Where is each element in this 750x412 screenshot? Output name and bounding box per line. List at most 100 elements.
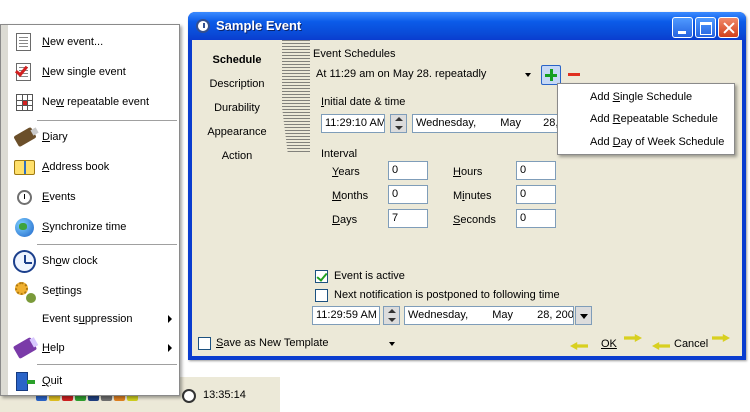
minimize-button[interactable] [672,17,693,38]
initial-month: May [500,117,522,129]
add-schedule-popup-menu: Add Single Schedule Add Repeatable Sched… [557,83,735,155]
event-active-checkbox[interactable] [315,270,328,283]
clock-icon[interactable] [196,19,210,33]
tab-durability[interactable]: Durability [192,102,282,114]
template-name-select[interactable]: New Template [259,337,329,349]
submenu-arrow-icon [168,344,172,352]
menu-separator [37,244,177,245]
clock-icon [12,249,36,273]
add-day-of-week-schedule-item[interactable]: Add Day of Week Schedule [590,136,724,148]
months-label: Months [332,190,369,202]
menu-side-strip [1,25,8,395]
menu-item-label: Events [42,191,76,203]
interval-label: Interval [321,148,358,160]
help-icon [12,336,38,360]
diary-icon [12,125,37,149]
settings-icon [12,279,36,303]
single-event-icon [12,60,36,84]
menu-item-show-clock[interactable]: Show clock [10,246,178,276]
initial-time-input[interactable]: 11:29:10 AM [321,114,385,133]
menu-item-new-event[interactable]: New event... [10,27,178,57]
arrow-right-icon [624,334,642,342]
menu-item-quit[interactable]: Quit [10,366,178,396]
add-single-schedule-item[interactable]: Add Single Schedule [590,91,692,103]
tray-clock-time[interactable]: 13:35:14 [203,389,246,401]
event-schedules-label: Event Schedules [313,48,396,60]
repeatable-event-icon [12,90,36,114]
quit-icon [12,369,36,393]
title-bar[interactable]: Sample Event [188,12,746,40]
menu-item-label: Event suppression [42,313,133,325]
menu-item-events[interactable]: Events [10,182,178,212]
hours-input[interactable]: 0 [516,161,556,180]
ok-button[interactable]: OK [601,338,617,350]
next-day-year: 28, 2003 [537,309,574,321]
menu-item-new-single-event[interactable]: New single event [10,57,178,87]
tab-action[interactable]: Action [192,150,282,162]
chevron-down-icon[interactable] [389,342,395,346]
menu-item-label: Settings [42,285,82,297]
chevron-down-icon[interactable] [525,73,531,77]
months-input[interactable]: 0 [388,185,428,204]
add-schedule-button[interactable] [541,65,561,85]
initial-time-spinner[interactable] [390,114,407,133]
menu-item-label: New event... [42,36,104,48]
submenu-arrow-icon [168,315,172,323]
minutes-input[interactable]: 0 [516,185,556,204]
years-input[interactable]: 0 [388,161,428,180]
initial-date-input[interactable]: Wednesday, May 28, 2 [412,114,562,133]
hours-label: Hours [453,166,483,178]
maximize-button[interactable] [695,17,716,38]
tab-description[interactable]: Description [192,78,282,90]
close-button[interactable] [718,17,739,38]
menu-item-address-book[interactable]: Address book [10,152,178,182]
new-event-icon [12,30,36,54]
next-date-dropdown-button[interactable] [575,306,592,325]
menu-item-label: Quit [42,375,63,387]
event-active-label: Event is active [334,270,405,282]
schedule-select[interactable]: At 11:29 am on May 28. repeatadly [316,68,486,80]
arrow-left-icon [652,342,670,350]
tray-context-menu: New event... New single event New repeat… [0,24,180,396]
menu-item-label: New single event [42,66,126,78]
next-date-input[interactable]: Wednesday, May 28, 2003 [404,306,574,325]
save-as-label: Save as [216,337,256,349]
seconds-input[interactable]: 0 [516,209,556,228]
add-repeatable-schedule-item[interactable]: Add Repeatable Schedule [590,113,718,125]
sample-event-window: Sample Event Schedule Description Durabi… [188,12,746,360]
initial-date-time-label: Initial date & time [321,96,406,108]
clock-icon[interactable] [182,389,196,403]
arrow-left-icon [570,342,588,350]
next-time-spinner[interactable] [383,306,400,325]
menu-item-diary[interactable]: Diary [10,122,178,152]
alarm-clock-icon [12,185,36,209]
next-time-input[interactable]: 11:29:59 AM [312,306,380,325]
menu-item-event-suppression[interactable]: Event suppression [10,304,178,334]
menu-item-label: Synchronize time [42,221,127,233]
menu-item-label: Show clock [42,255,98,267]
menu-item-label: Diary [42,131,68,143]
menu-item-synchronize-time[interactable]: Synchronize time [10,212,178,242]
globe-icon [12,215,36,239]
next-month: May [492,309,514,321]
tab-appearance[interactable]: Appearance [192,126,282,138]
window-title: Sample Event [216,18,302,33]
seconds-label: Seconds [453,214,496,226]
postponed-checkbox[interactable] [315,289,328,302]
blank-icon [12,307,36,331]
remove-schedule-button[interactable] [564,65,584,85]
menu-item-new-repeatable-event[interactable]: New repeatable event [10,87,178,117]
menu-item-label: Help [42,342,65,354]
days-label: Days [332,214,358,226]
save-as-checkbox[interactable] [198,337,211,350]
address-book-icon [12,155,36,179]
menu-separator [37,120,177,121]
tab-schedule[interactable]: Schedule [192,54,282,66]
menu-item-label: New repeatable event [42,96,150,108]
menu-item-settings[interactable]: Settings [10,276,178,306]
arrow-right-icon [712,334,730,342]
initial-weekday: Wednesday, [416,117,477,129]
cancel-button[interactable]: Cancel [674,338,708,350]
days-input[interactable]: 7 [388,209,428,228]
menu-item-help[interactable]: Help [10,333,178,363]
